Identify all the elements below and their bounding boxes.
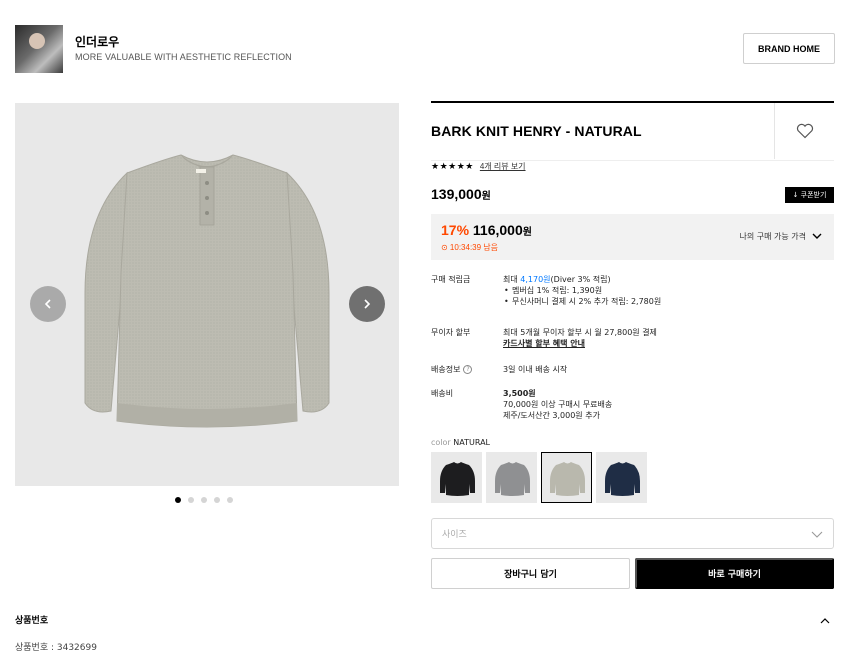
color-label-prefix: color xyxy=(431,438,451,447)
color-swatch-natural[interactable] xyxy=(541,452,592,503)
product-image xyxy=(84,154,330,428)
sale-price-value: 116,000 xyxy=(472,222,523,238)
shipping-text: 3일 이내 배송 시작 xyxy=(503,365,568,374)
sweater-thumbnail xyxy=(495,462,530,496)
star-rating: ★★★★★ xyxy=(431,161,474,171)
points-list: 멤버십 1% 적립: 1,390원 무신사머니 결제 시 2% 추가 적립: 2… xyxy=(503,285,833,307)
installment-text: 최대 5개월 무이자 할부 시 월 27,800원 결제 xyxy=(503,328,657,337)
size-select[interactable]: 사이즈 xyxy=(431,518,834,549)
gallery-pagination xyxy=(175,497,233,503)
installment-link[interactable]: 카드사별 할부 혜택 안내 xyxy=(503,338,833,349)
sweater-thumbnail xyxy=(550,462,585,496)
product-number-title: 상품번호 xyxy=(15,616,49,626)
chevron-up-icon xyxy=(820,618,830,624)
add-to-cart-button[interactable]: 장바구니 담기 xyxy=(431,558,630,589)
sale-price-unit: 원 xyxy=(522,227,532,238)
buy-now-button[interactable]: 바로 구매하기 xyxy=(635,558,834,589)
color-label: color NATURAL xyxy=(431,438,490,447)
pagination-dot[interactable] xyxy=(214,497,220,503)
brand-tagline: MORE VALUABLE WITH AESTHETIC REFLECTION xyxy=(75,52,292,62)
fee-line: 제주/도서산간 3,000원 추가 xyxy=(503,411,600,420)
title-row: BARK KNIT HENRY - NATURAL xyxy=(431,103,834,161)
points-value: 최대 4,170원(Diver 3% 적립) 멤버십 1% 적립: 1,390원… xyxy=(503,274,833,307)
rating-row: ★★★★★ 4개 리뷰 보기 xyxy=(431,161,526,172)
brand-header: 인더로우 MORE VALUABLE WITH AESTHETIC REFLEC… xyxy=(15,25,835,75)
pagination-dot[interactable] xyxy=(201,497,207,503)
shipping-label: 배송정보 xyxy=(431,365,461,374)
points-label: 구매 적립금 xyxy=(431,275,471,284)
sale-price: 17% 116,000원 xyxy=(441,222,532,238)
like-button[interactable] xyxy=(774,103,834,159)
chevron-down-icon xyxy=(811,531,823,538)
color-swatch-gray[interactable] xyxy=(486,452,537,503)
points-amount: 4,170원 xyxy=(520,275,551,284)
my-price-label: 나의 구매 가능 가격 xyxy=(739,232,806,241)
discount-percent: 17% xyxy=(441,222,470,238)
sweater-thumbnail xyxy=(440,462,475,496)
color-swatch-black[interactable] xyxy=(431,452,482,503)
brand-avatar[interactable] xyxy=(15,25,63,73)
help-icon[interactable]: ? xyxy=(463,365,473,374)
product-info: BARK KNIT HENRY - NATURAL xyxy=(431,101,834,161)
fee-label: 배송비 xyxy=(431,389,454,398)
my-price-dropdown[interactable]: 나의 구매 가능 가격 xyxy=(739,231,822,242)
sale-price-box: 17% 116,000원 ⊙ 10:34:39 남음 나의 구매 가능 가격 xyxy=(431,214,834,260)
pagination-dot[interactable] xyxy=(175,497,181,503)
gallery-next-button[interactable] xyxy=(349,286,385,322)
section-toggle[interactable] xyxy=(820,612,830,630)
original-price: 139,000원 xyxy=(431,186,491,202)
gallery-prev-button[interactable] xyxy=(30,286,66,322)
installment-label: 무이자 할부 xyxy=(431,328,471,337)
color-swatch-navy[interactable] xyxy=(596,452,647,503)
size-placeholder: 사이즈 xyxy=(442,529,467,539)
points-item: 멤버십 1% 적립: 1,390원 xyxy=(503,285,833,296)
pagination-dot[interactable] xyxy=(227,497,233,503)
points-item: 무신사머니 결제 시 2% 추가 적립: 2,780원 xyxy=(503,296,833,307)
fee-amount: 3,500원 xyxy=(503,389,536,398)
sweater-thumbnail xyxy=(605,462,640,496)
chevron-right-icon xyxy=(364,299,371,309)
selected-color-name: NATURAL xyxy=(453,438,490,447)
brand-home-button[interactable]: BRAND HOME xyxy=(743,33,835,64)
fee-line: 70,000원 이상 구매시 무료배송 xyxy=(503,400,613,409)
points-suffix: (Diver 3% 적립) xyxy=(550,275,611,284)
heart-icon xyxy=(796,123,813,139)
shipping-label-wrap: 배송정보? xyxy=(431,364,501,375)
price-value: 139,000 xyxy=(431,186,482,202)
sale-timer: ⊙ 10:34:39 남음 xyxy=(441,243,499,252)
installment-value: 최대 5개월 무이자 할부 시 월 27,800원 결제 카드사별 할부 혜택 … xyxy=(503,327,833,349)
chevron-left-icon xyxy=(44,299,51,309)
points-prefix: 최대 xyxy=(503,275,521,284)
product-image-gallery xyxy=(15,103,399,486)
chevron-down-icon xyxy=(812,233,822,239)
pagination-dot[interactable] xyxy=(188,497,194,503)
color-swatches xyxy=(431,452,647,503)
review-link[interactable]: 4개 리뷰 보기 xyxy=(480,161,526,172)
product-number: 상품번호 : 3432699 xyxy=(15,643,97,653)
coupon-button[interactable]: ↓ 쿠폰받기 xyxy=(785,187,834,203)
price-unit: 원 xyxy=(481,191,491,202)
fee-value: 3,500원 70,000원 이상 구매시 무료배송 제주/도서산간 3,000… xyxy=(503,388,833,421)
brand-name[interactable]: 인더로우 xyxy=(75,33,119,50)
product-title: BARK KNIT HENRY - NATURAL xyxy=(431,123,642,139)
